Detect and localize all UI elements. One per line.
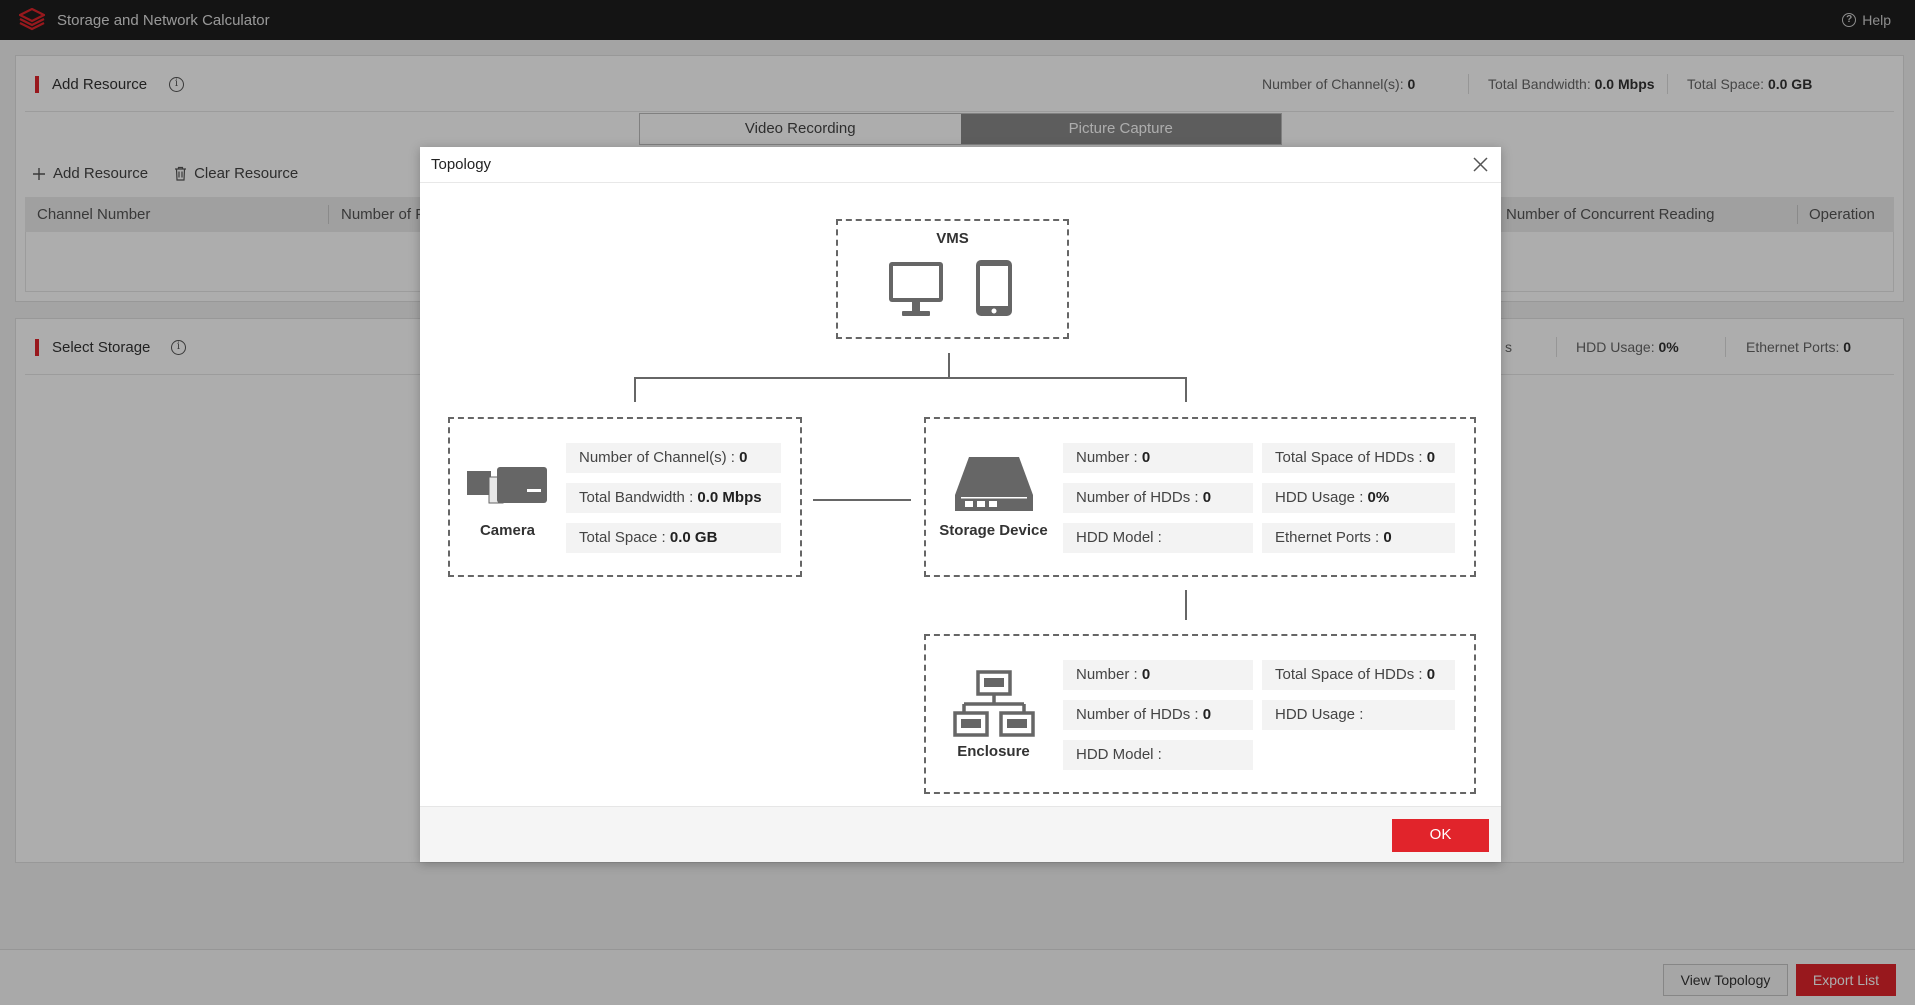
monitor-icon xyxy=(889,262,943,316)
network-enclosure-icon xyxy=(953,670,1035,737)
camera-channels-field: Number of Channel(s) : 0 xyxy=(566,443,781,473)
storage-device-label: Storage Device xyxy=(939,522,1048,539)
enclosure-label: Enclosure xyxy=(957,743,1030,760)
dialog-footer: OK xyxy=(420,806,1501,862)
storage-total-space-field: Total Space of HDDs : 0 xyxy=(1262,443,1455,473)
storage-hdds-field: Number of HDDs : 0 xyxy=(1063,483,1253,513)
camera-icon xyxy=(467,467,547,504)
close-icon[interactable] xyxy=(1472,156,1489,173)
enclosure-usage-field: HDD Usage : xyxy=(1262,700,1455,730)
enclosure-total-space-field: Total Space of HDDs : 0 xyxy=(1262,660,1455,690)
vms-node: VMS xyxy=(836,219,1069,339)
ok-button[interactable]: OK xyxy=(1392,819,1489,852)
dialog-title: Topology xyxy=(431,156,492,173)
connector-line xyxy=(948,353,950,377)
storage-usage-field: HDD Usage : 0% xyxy=(1262,483,1455,513)
connector-line xyxy=(634,377,1187,379)
camera-space-field: Total Space : 0.0 GB xyxy=(566,523,781,553)
storage-device-node: Storage Device Number : 0 Number of HDDs… xyxy=(924,417,1476,577)
camera-bandwidth-field: Total Bandwidth : 0.0 Mbps xyxy=(566,483,781,513)
storage-model-field: HDD Model : xyxy=(1063,523,1253,553)
topology-dialog: Topology VMS Camera Number of Channel(s)… xyxy=(420,147,1501,862)
connector-line xyxy=(813,499,911,501)
dialog-header: Topology xyxy=(420,147,1501,183)
connector-line xyxy=(634,377,636,402)
storage-number-field: Number : 0 xyxy=(1063,443,1253,473)
connector-line xyxy=(1185,377,1187,402)
storage-ethernet-field: Ethernet Ports : 0 xyxy=(1262,523,1455,553)
enclosure-node: Enclosure Number : 0 Number of HDDs : 0 … xyxy=(924,634,1476,794)
camera-label: Camera xyxy=(479,522,536,539)
camera-node: Camera Number of Channel(s) : 0 Total Ba… xyxy=(448,417,802,577)
mobile-phone-icon xyxy=(976,260,1012,316)
vms-label: VMS xyxy=(936,230,969,247)
enclosure-number-field: Number : 0 xyxy=(1063,660,1253,690)
connector-line xyxy=(1185,590,1187,620)
enclosure-hdds-field: Number of HDDs : 0 xyxy=(1063,700,1253,730)
enclosure-model-field: HDD Model : xyxy=(1063,740,1253,770)
storage-device-icon xyxy=(955,457,1033,511)
